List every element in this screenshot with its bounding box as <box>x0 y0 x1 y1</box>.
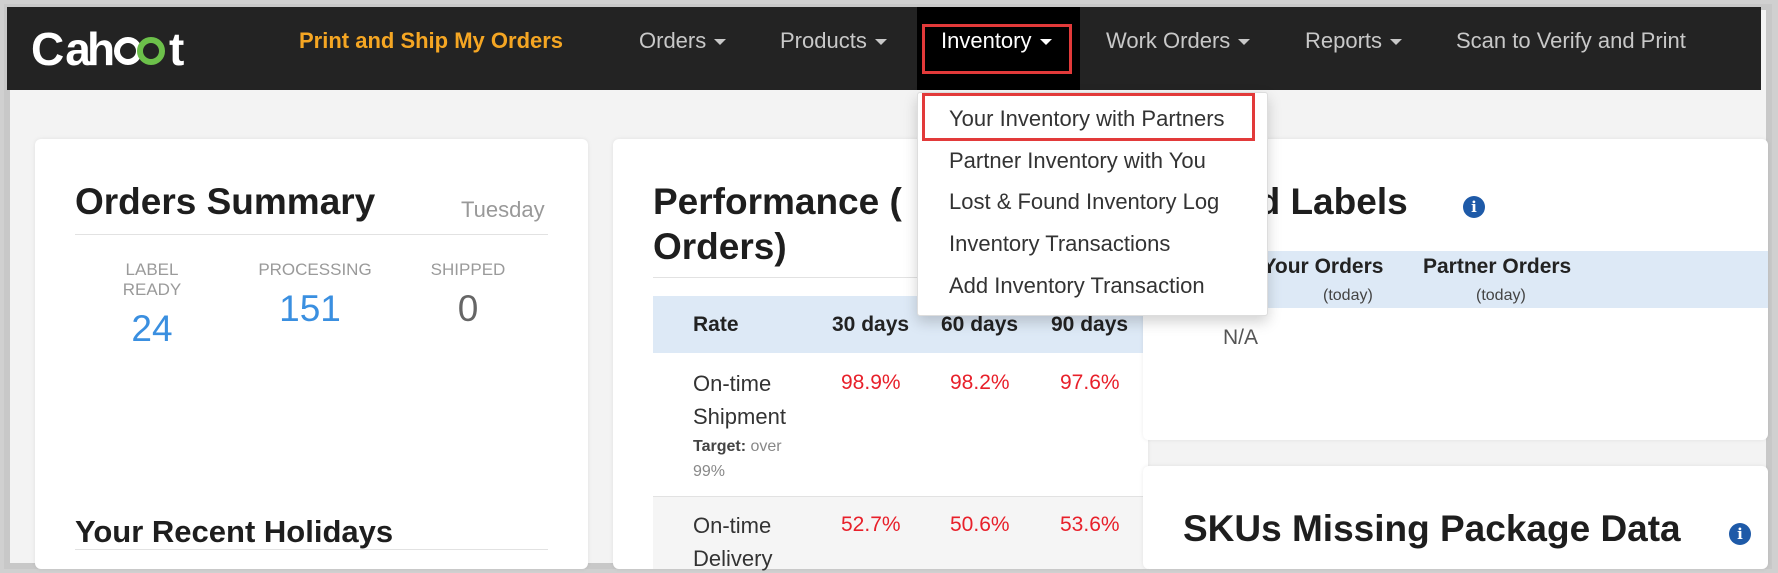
nav-products[interactable]: Products <box>780 22 887 60</box>
inventory-highlight-box <box>922 24 1072 74</box>
nav-work-orders-label: Work Orders <box>1106 28 1231 53</box>
header-60-days: 60 days <box>941 313 1019 336</box>
caret-down-icon <box>1390 39 1403 46</box>
divider <box>75 234 548 235</box>
label-ready-count[interactable]: 24 <box>102 308 202 350</box>
labels-col1-sub: (today) <box>1323 287 1373 304</box>
header-rate: Rate <box>693 313 739 336</box>
dropdown-highlight-box <box>922 93 1255 141</box>
header-30-days: 30 days <box>832 313 910 336</box>
labels-na-value: N/A <box>1223 326 1259 349</box>
delivery-30-days: 52.7% <box>841 513 901 536</box>
label-ready-line2: READY <box>122 280 182 299</box>
divider <box>75 549 548 550</box>
svg-text:h: h <box>87 23 116 75</box>
shipment-60-days: 98.2% <box>950 371 1010 394</box>
delivery-60-days: 50.6% <box>950 513 1010 536</box>
processing-count[interactable]: 151 <box>245 288 375 330</box>
label-ready-line1: LABEL <box>125 260 179 279</box>
shipment-30-days: 98.9% <box>841 371 901 394</box>
shipment-90-days: 97.6% <box>1060 371 1120 394</box>
recent-holidays-title: Your Recent Holidays <box>75 514 394 549</box>
nav-reports-label: Reports <box>1305 28 1383 53</box>
header-90-days: 90 days <box>1051 313 1129 336</box>
info-icon[interactable]: i <box>1729 523 1751 545</box>
nav-orders[interactable]: Orders <box>639 22 727 60</box>
row-ontime-shipment-line2: Shipment <box>693 404 786 429</box>
logo-icon: Ca h t <box>31 23 185 75</box>
svg-text:Ca: Ca <box>31 23 92 75</box>
nav-work-orders[interactable]: Work Orders <box>1106 22 1251 60</box>
caret-down-icon <box>714 39 727 46</box>
cahoot-logo[interactable]: Ca h t <box>31 21 211 75</box>
target-value-line1: over <box>750 438 782 455</box>
shipped-count: 0 <box>457 288 479 329</box>
menu-partner-inventory-with-you[interactable]: Partner Inventory with You <box>949 147 1206 175</box>
performance-title-line2: Orders) <box>653 226 787 267</box>
labels-col-partner-orders: Partner Orders <box>1423 255 1572 278</box>
menu-add-inventory-transaction[interactable]: Add Inventory Transaction <box>949 272 1205 300</box>
info-icon[interactable]: i <box>1463 196 1485 218</box>
caret-down-icon <box>874 39 887 46</box>
svg-text:t: t <box>169 23 185 75</box>
caret-down-icon <box>1238 39 1251 46</box>
scan-verify-print-link[interactable]: Scan to Verify and Print <box>1456 22 1686 60</box>
processing-label: PROCESSING <box>258 260 372 279</box>
delivery-90-days: 53.6% <box>1060 513 1120 536</box>
label-ready-label: LABEL READY <box>102 260 202 300</box>
nav-reports[interactable]: Reports <box>1305 22 1403 60</box>
skus-missing-title: SKUs Missing Package Data <box>1183 508 1681 549</box>
target-value-line2: 99% <box>693 463 726 480</box>
orders-summary-title: Orders Summary <box>75 181 376 222</box>
row-ontime-delivery-line1: On-time <box>693 513 772 538</box>
row-ontime-delivery-line2: Delivery <box>693 546 773 571</box>
summary-day: Tuesday <box>461 197 545 222</box>
labels-col2-sub: (today) <box>1476 287 1526 304</box>
shipment-target: Target: over 99% <box>693 434 782 484</box>
performance-title-line1: Performance ( <box>653 181 902 222</box>
menu-lost-found-inventory-log[interactable]: Lost & Found Inventory Log <box>949 188 1219 216</box>
row-ontime-shipment-line1: On-time <box>693 371 772 396</box>
nav-products-label: Products <box>780 28 867 53</box>
menu-inventory-transactions[interactable]: Inventory Transactions <box>949 230 1170 258</box>
print-ship-orders-link[interactable]: Print and Ship My Orders <box>299 22 563 60</box>
shipped-label: SHIPPED <box>430 260 506 279</box>
divider <box>653 496 1148 497</box>
target-label: Target: <box>693 438 747 455</box>
nav-orders-label: Orders <box>639 28 707 53</box>
